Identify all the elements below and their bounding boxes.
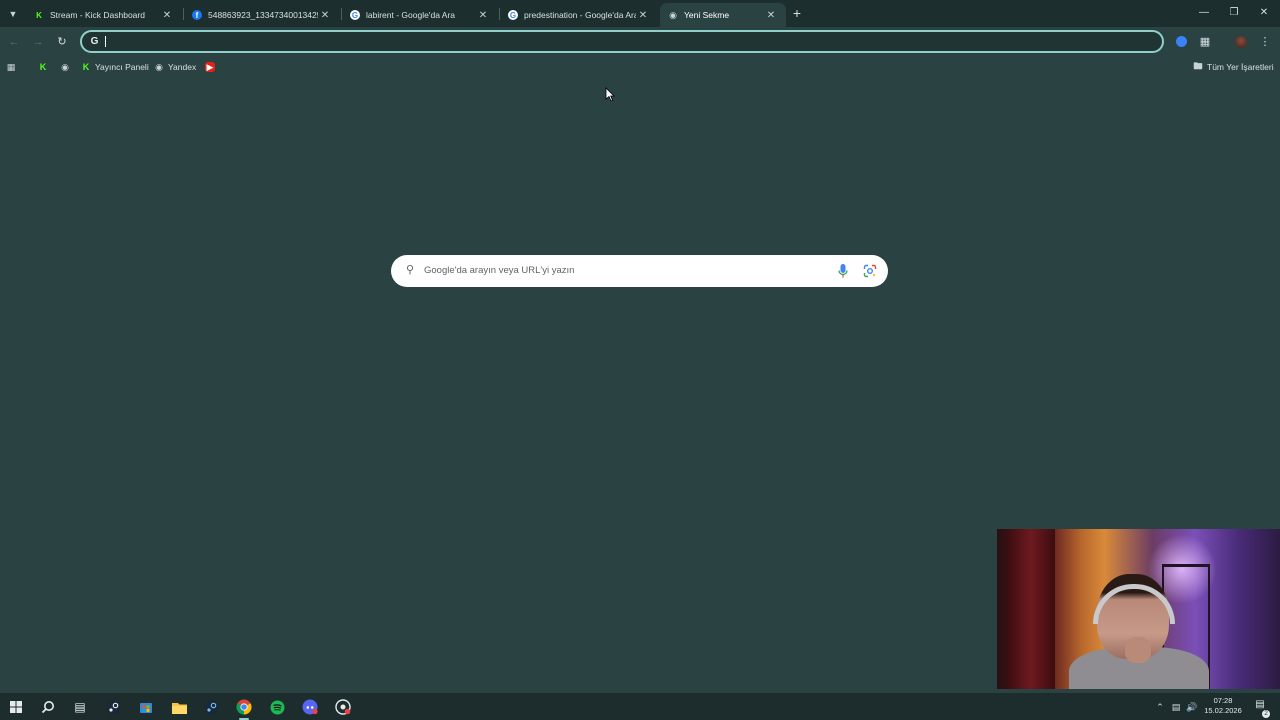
tab-title: predestination - Google'da Ara xyxy=(524,10,636,20)
back-icon[interactable]: ← xyxy=(5,33,23,51)
microphone-icon[interactable] xyxy=(837,263,849,279)
bookmarks-bar: ▦ K ◉ K Yayıncı Paneli ◉ Yandex ▶ 🖿 Tüm … xyxy=(0,57,1280,77)
chevron-down-icon: ▼ xyxy=(8,9,18,19)
spotify-icon[interactable] xyxy=(266,697,288,717)
kick-icon: K xyxy=(82,62,90,72)
google-lens-icon[interactable] xyxy=(863,264,877,278)
google-icon: G xyxy=(508,10,518,20)
bookmark-youtube[interactable]: ▶ xyxy=(205,59,219,75)
webcam-curtain xyxy=(1007,529,1055,689)
tab-predestination[interactable]: G predestination - Google'da Ara ✕ xyxy=(500,3,658,27)
restore-icon[interactable]: ❐ xyxy=(1220,4,1248,22)
bookmark-kick[interactable]: K xyxy=(38,59,52,75)
clock-time: 07:28 xyxy=(1213,696,1233,705)
profile-avatar[interactable] xyxy=(1232,33,1250,51)
network-icon[interactable]: ▤ xyxy=(1169,700,1183,714)
kick-icon: K xyxy=(39,62,47,72)
discord-icon[interactable] xyxy=(299,697,321,717)
folder-icon: 🖿 xyxy=(1193,61,1203,71)
close-icon[interactable]: ✕ xyxy=(764,10,778,21)
bookmark-globe[interactable]: ◉ xyxy=(60,59,74,75)
address-input[interactable] xyxy=(108,33,1148,50)
search-icon[interactable] xyxy=(37,697,59,717)
globe-icon: ◉ xyxy=(155,61,163,72)
taskbar-clock[interactable]: 07:28 15.02.2026 xyxy=(1200,696,1246,716)
bookmark-yayinci-paneli[interactable]: K Yayıncı Paneli xyxy=(81,59,149,75)
chrome-icon[interactable] xyxy=(233,697,255,720)
file-explorer-icon[interactable] xyxy=(168,697,190,717)
close-window-icon[interactable]: ✕ xyxy=(1250,4,1278,22)
mouse-cursor-icon xyxy=(605,87,615,102)
extensions-puzzle-icon[interactable]: ▦ xyxy=(1196,33,1214,51)
tab-new-tab[interactable]: ◉ Yeni Sekme ✕ xyxy=(660,3,786,27)
menu-kebab-icon[interactable]: ⋮ xyxy=(1256,33,1274,51)
volume-icon[interactable]: 🔊 xyxy=(1185,700,1199,714)
bookmark-label: Yandex xyxy=(168,62,197,72)
notification-icon[interactable]: ▤ 2 xyxy=(1252,699,1270,718)
ntp-search-box[interactable]: ⚲ Google'da arayın veya URL'yi yazın xyxy=(391,255,888,287)
tab-title: labirent - Google'da Ara xyxy=(366,10,456,20)
tab-labirent[interactable]: G labirent - Google'da Ara ✕ xyxy=(342,3,498,27)
start-icon[interactable] xyxy=(5,697,27,717)
taskbar: ▤ ⌃ ▤ 🔊 07:28 15.02.2026 ▤ 2 xyxy=(0,693,1280,720)
tab-title: 548863923_133473400134257 xyxy=(208,10,318,20)
task-view-icon[interactable]: ▤ xyxy=(69,697,91,717)
kick-icon: K xyxy=(36,10,42,20)
notification-badge: 2 xyxy=(1262,710,1270,718)
close-icon[interactable]: ✕ xyxy=(160,10,174,21)
bookmark-yandex[interactable]: ◉ Yandex xyxy=(154,59,196,75)
close-icon[interactable]: ✕ xyxy=(636,10,650,21)
extension-icon[interactable] xyxy=(1172,33,1190,51)
store-icon[interactable] xyxy=(135,697,157,717)
close-icon[interactable]: ✕ xyxy=(318,10,332,21)
tab-title: Stream - Kick Dashboard xyxy=(50,10,145,20)
steam-icon[interactable] xyxy=(102,697,124,717)
reload-icon[interactable]: ↻ xyxy=(53,33,71,51)
globe-icon: ◉ xyxy=(61,61,69,72)
text-caret xyxy=(105,36,106,47)
close-icon[interactable]: ✕ xyxy=(476,10,490,21)
ntp-search-placeholder: Google'da arayın veya URL'yi yazın xyxy=(424,265,575,276)
clock-date: 15.02.2026 xyxy=(1204,706,1242,715)
all-bookmarks-button[interactable]: 🖿 Tüm Yer İşaretleri xyxy=(1193,59,1274,75)
forward-icon[interactable]: → xyxy=(29,33,47,51)
steam-icon[interactable] xyxy=(200,697,222,717)
google-icon: G xyxy=(350,10,360,20)
new-tab-button[interactable]: + xyxy=(788,5,806,23)
minimize-icon[interactable]: — xyxy=(1190,4,1218,22)
all-bookmarks-label: Tüm Yer İşaretleri xyxy=(1207,62,1274,72)
tray-overflow-icon[interactable]: ⌃ xyxy=(1153,700,1167,714)
chrome-newtab-icon: ◉ xyxy=(669,9,677,20)
browser-toolbar: ← → ↻ G ▦ ⋮ xyxy=(0,27,1280,56)
tab-kick-dashboard[interactable]: K Stream - Kick Dashboard ✕ xyxy=(26,3,182,27)
app-icon[interactable] xyxy=(332,697,354,717)
webcam-person-hand xyxy=(1125,637,1151,663)
address-bar[interactable]: G xyxy=(80,30,1164,53)
tab-title: Yeni Sekme xyxy=(684,10,730,20)
tab-strip: ▼ K Stream - Kick Dashboard ✕ f 54886392… xyxy=(0,0,1280,27)
youtube-icon: ▶ xyxy=(205,61,215,72)
tab-search-button[interactable]: ▼ xyxy=(4,5,22,23)
tab-facebook[interactable]: f 548863923_133473400134257 ✕ xyxy=(184,3,340,27)
apps-grid-icon[interactable]: ▦ xyxy=(6,59,20,75)
facebook-icon: f xyxy=(192,10,202,20)
webcam-overlay xyxy=(997,529,1280,689)
google-icon: G xyxy=(90,36,99,47)
search-icon: ⚲ xyxy=(405,264,415,276)
bookmark-label: Yayıncı Paneli xyxy=(95,62,149,72)
